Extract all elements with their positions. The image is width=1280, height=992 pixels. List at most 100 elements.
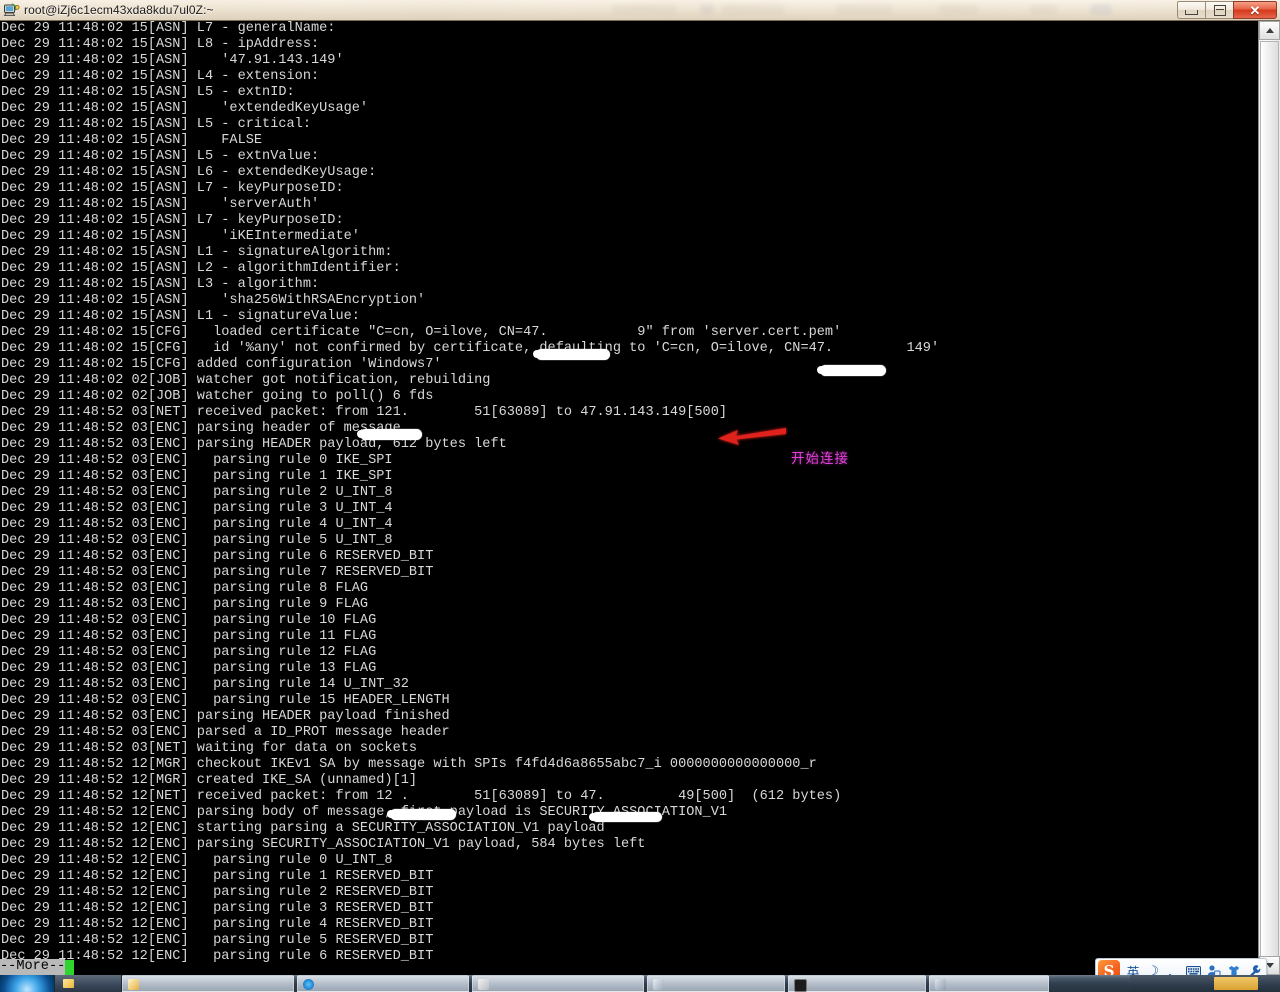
terminal-line: Dec 29 11:48:52 12[ENC] parsing rule 0 U… <box>1 853 393 868</box>
redaction-mark <box>589 812 662 822</box>
putty-window: root@iZj6c1ecm43xda8kdu7ul0Z:~ ✕ Dec 29 … <box>0 0 1280 975</box>
terminal-line: Dec 29 11:48:02 02[JOB] watcher got noti… <box>1 373 491 388</box>
terminal-line: Dec 29 11:48:52 12[ENC] parsing body of … <box>1 805 728 820</box>
terminal-line: Dec 29 11:48:02 15[ASN] L7 - keyPurposeI… <box>1 213 344 228</box>
window-icon <box>653 979 664 990</box>
terminal-line: Dec 29 11:48:02 15[CFG] id '%any' not co… <box>1 341 940 356</box>
taskbar-item[interactable] <box>929 975 1049 992</box>
window-icon <box>128 979 139 990</box>
close-button[interactable]: ✕ <box>1233 1 1277 19</box>
terminal-line: Dec 29 11:48:02 15[ASN] 'sha256WithRSAEn… <box>1 293 426 308</box>
terminal-line: Dec 29 11:48:52 12[ENC] parsing SECURITY… <box>1 837 646 852</box>
terminal-line: Dec 29 11:48:02 15[ASN] L3 - algorithm: <box>1 277 320 292</box>
terminal-scrollbar[interactable] <box>1258 21 1280 975</box>
terminal-line: Dec 29 11:48:52 03[ENC] parsing rule 2 U… <box>1 485 393 500</box>
terminal-line: Dec 29 11:48:02 15[CFG] added configurat… <box>1 357 442 372</box>
terminal-line: Dec 29 11:48:52 03[NET] received packet:… <box>1 405 728 420</box>
putty-computer-icon <box>3 2 20 19</box>
redaction-mark <box>387 809 456 820</box>
terminal-line: Dec 29 11:48:02 15[ASN] 'iKEIntermediate… <box>1 229 360 244</box>
terminal-line: Dec 29 11:48:52 03[ENC] parsing rule 14 … <box>1 677 409 692</box>
terminal-cursor <box>65 959 75 975</box>
terminal-line: Dec 29 11:48:02 15[ASN] '47.91.143.149' <box>1 53 344 68</box>
taskbar-item[interactable] <box>122 975 294 992</box>
terminal-line: Dec 29 11:48:52 03[ENC] parsing rule 4 U… <box>1 517 393 532</box>
terminal-line: Dec 29 11:48:52 03[ENC] parsing rule 6 R… <box>1 549 434 564</box>
terminal-line: Dec 29 11:48:52 03[NET] waiting for data… <box>1 741 418 756</box>
browser-icon <box>303 979 314 990</box>
terminal-line: Dec 29 11:48:52 12[ENC] parsing rule 3 R… <box>1 901 434 916</box>
scrollbar-up-button[interactable] <box>1259 21 1280 40</box>
start-orb-icon[interactable] <box>0 975 55 992</box>
terminal-line: Dec 29 11:48:02 15[ASN] L5 - critical: <box>1 117 311 132</box>
terminal-line: Dec 29 11:48:02 15[CFG] loaded certifica… <box>1 325 842 340</box>
terminal-line: Dec 29 11:48:52 03[ENC] parsing rule 10 … <box>1 613 377 628</box>
terminal-line: Dec 29 11:48:52 12[MGR] checkout IKEv1 S… <box>1 757 817 772</box>
terminal-line: Dec 29 11:48:52 12[NET] received packet:… <box>1 789 842 804</box>
window-icon <box>935 979 946 990</box>
window-title: root@iZj6c1ecm43xda8kdu7ul0Z:~ <box>24 3 214 17</box>
terminal-line: Dec 29 11:48:02 02[JOB] watcher going to… <box>1 389 434 404</box>
terminal-line: Dec 29 11:48:52 03[ENC] parsing rule 3 U… <box>1 501 393 516</box>
taskbar-item[interactable] <box>297 975 469 992</box>
window-titlebar[interactable]: root@iZj6c1ecm43xda8kdu7ul0Z:~ ✕ <box>0 0 1280 21</box>
terminal-line: Dec 29 11:48:52 03[ENC] parsing rule 15 … <box>1 693 450 708</box>
terminal-line: Dec 29 11:48:02 15[ASN] 'serverAuth' <box>1 197 320 212</box>
quick-launch-area[interactable] <box>55 975 122 992</box>
pager-prompt-text: --More-- <box>0 959 66 975</box>
window-controls: ✕ <box>1177 1 1277 19</box>
close-icon: ✕ <box>1249 2 1261 18</box>
minimize-button[interactable] <box>1177 1 1205 19</box>
terminal-line: Dec 29 11:48:02 15[ASN] 'extendedKeyUsag… <box>1 101 369 116</box>
window-icon <box>478 979 489 990</box>
terminal-line: Dec 29 11:48:52 12[ENC] parsing rule 1 R… <box>1 869 434 884</box>
terminal-line: Dec 29 11:48:02 15[ASN] L6 - extendedKey… <box>1 165 377 180</box>
terminal-line: Dec 29 11:48:52 12[ENC] parsing rule 6 R… <box>1 949 434 964</box>
taskbar-item[interactable] <box>788 975 926 992</box>
terminal-line: Dec 29 11:48:52 03[ENC] parsing HEADER p… <box>1 709 450 724</box>
screen: root@iZj6c1ecm43xda8kdu7ul0Z:~ ✕ Dec 29 … <box>0 0 1280 992</box>
language-bar[interactable] <box>1214 977 1258 990</box>
terminal-line: Dec 29 11:48:52 12[ENC] starting parsing… <box>1 821 605 836</box>
terminal-line: Dec 29 11:48:52 03[ENC] parsing rule 9 F… <box>1 597 369 612</box>
terminal-line: Dec 29 11:48:52 12[ENC] parsing rule 2 R… <box>1 885 434 900</box>
scrollbar-thumb[interactable] <box>1260 41 1279 963</box>
annotation-label: 开始连接 <box>791 451 849 467</box>
terminal-text: Dec 29 11:48:02 15[ASN] L7 - generalName… <box>0 21 939 965</box>
terminal-line: Dec 29 11:48:02 15[ASN] L8 - ipAddress: <box>1 37 320 52</box>
terminal-output[interactable]: Dec 29 11:48:02 15[ASN] L7 - generalName… <box>0 21 1258 975</box>
terminal-line: Dec 29 11:48:52 12[ENC] parsing rule 5 R… <box>1 933 434 948</box>
terminal-line: Dec 29 11:48:52 03[ENC] parsing rule 5 U… <box>1 533 393 548</box>
taskbar-item[interactable] <box>472 975 644 992</box>
terminal-line: Dec 29 11:48:52 03[ENC] parsing rule 11 … <box>1 629 377 644</box>
terminal-line: Dec 29 11:48:52 03[ENC] parsing rule 1 I… <box>1 469 393 484</box>
terminal-line: Dec 29 11:48:52 03[ENC] parsing rule 12 … <box>1 645 377 660</box>
terminal-icon <box>794 979 807 992</box>
system-tray[interactable] <box>1130 975 1280 992</box>
terminal-line: Dec 29 11:48:52 03[ENC] parsed a ID_PROT… <box>1 725 450 740</box>
taskbar-item[interactable] <box>647 975 785 992</box>
terminal-line: Dec 29 11:48:52 12[MGR] created IKE_SA (… <box>1 773 418 788</box>
redaction-mark <box>357 429 422 440</box>
redaction-mark <box>817 365 886 376</box>
windows-taskbar[interactable] <box>0 975 1280 992</box>
terminal-line: Dec 29 11:48:52 12[ENC] parsing rule 4 R… <box>1 917 434 932</box>
terminal-line: Dec 29 11:48:52 03[ENC] parsing header o… <box>1 421 401 436</box>
terminal-line: Dec 29 11:48:02 15[ASN] L2 - algorithmId… <box>1 261 401 276</box>
scroll-up-arrow-icon <box>1265 28 1274 33</box>
redaction-mark <box>533 349 610 360</box>
terminal-line: Dec 29 11:48:02 15[ASN] FALSE <box>1 133 263 148</box>
pager-prompt: --More-- <box>0 959 75 975</box>
terminal-line: Dec 29 11:48:52 03[ENC] parsing rule 7 R… <box>1 565 434 580</box>
terminal-line: Dec 29 11:48:02 15[ASN] L1 - signatureVa… <box>1 309 360 324</box>
terminal-line: Dec 29 11:48:52 03[ENC] parsing rule 8 F… <box>1 581 369 596</box>
maximize-icon <box>1213 4 1226 16</box>
maximize-button[interactable] <box>1205 1 1233 19</box>
terminal-line: Dec 29 11:48:52 03[ENC] parsing rule 13 … <box>1 661 377 676</box>
terminal-line: Dec 29 11:48:02 15[ASN] L7 - keyPurposeI… <box>1 181 344 196</box>
minimize-icon <box>1185 9 1198 15</box>
terminal-line: Dec 29 11:48:02 15[ASN] L4 - extension: <box>1 69 320 84</box>
terminal-line: Dec 29 11:48:02 15[ASN] L7 - generalName… <box>1 21 336 36</box>
terminal-line: Dec 29 11:48:02 15[ASN] L1 - signatureAl… <box>1 245 393 260</box>
terminal-line: Dec 29 11:48:02 15[ASN] L5 - extnID: <box>1 85 295 100</box>
